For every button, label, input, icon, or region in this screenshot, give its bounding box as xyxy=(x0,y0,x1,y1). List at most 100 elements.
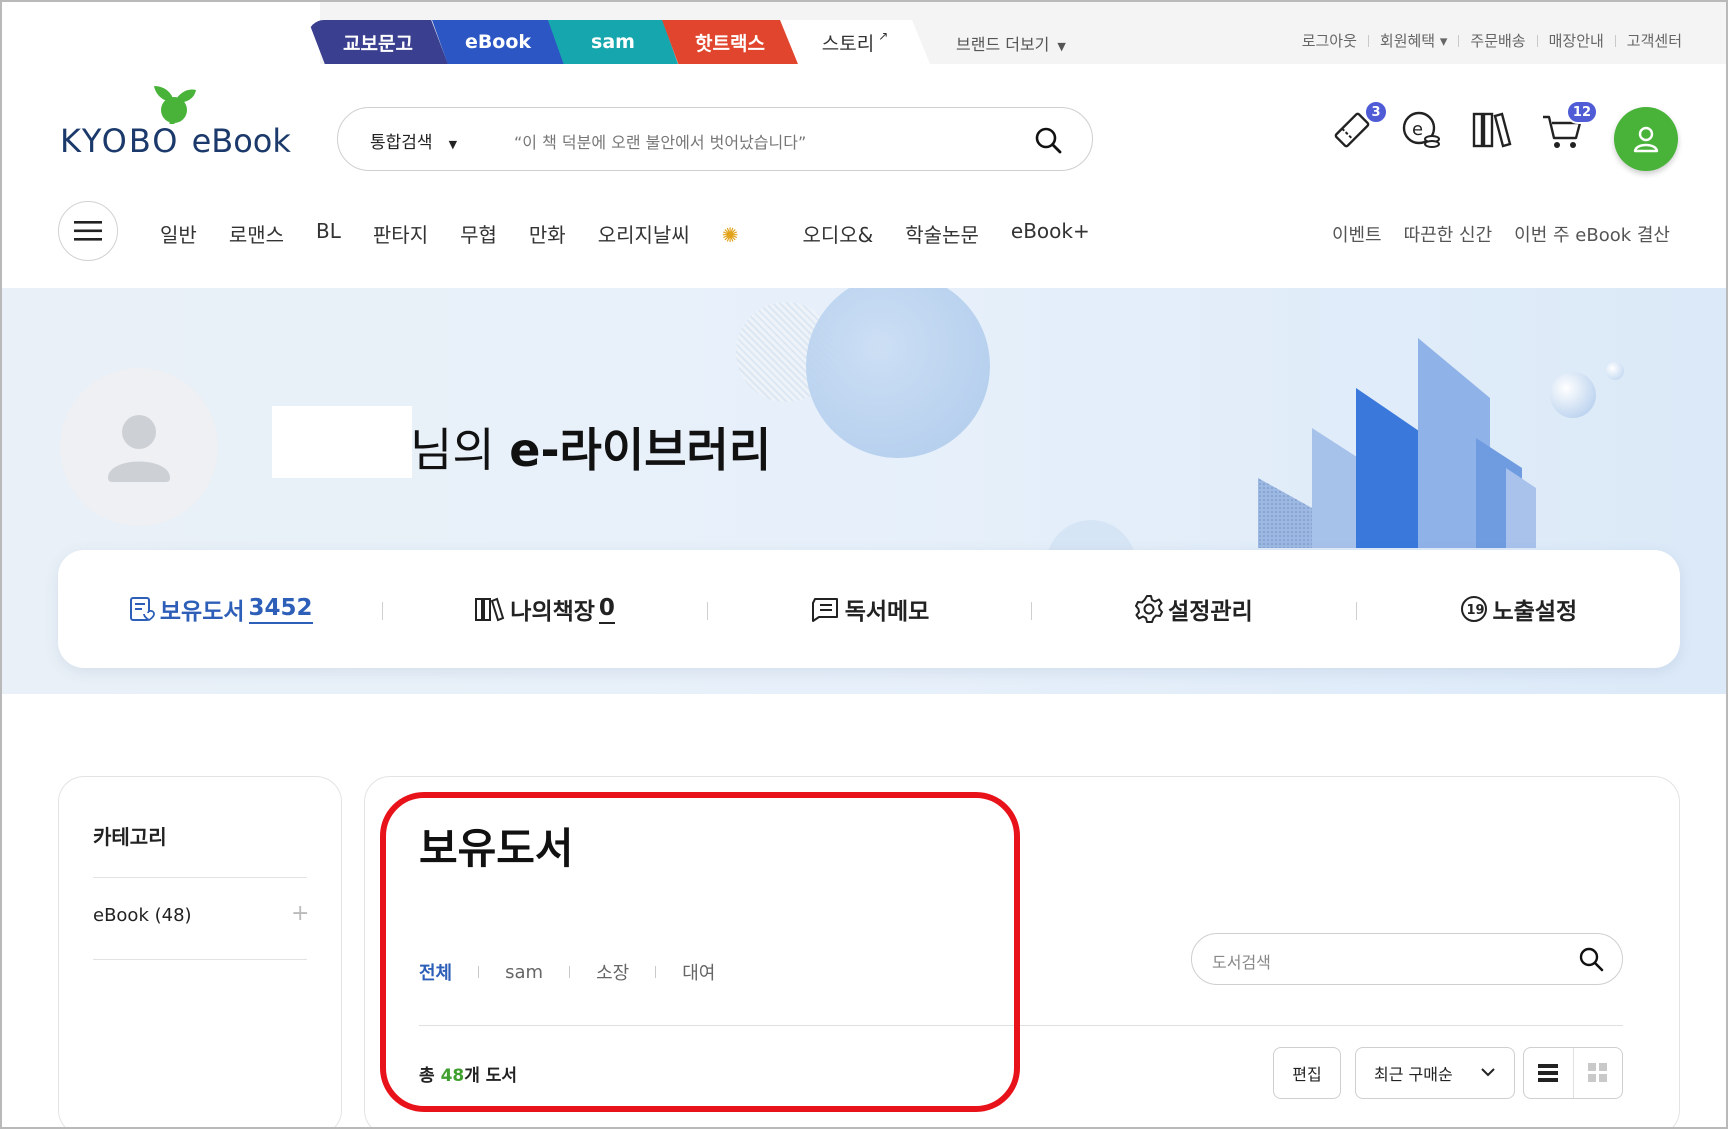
coupon-badge: 3 xyxy=(1364,100,1388,124)
expand-plus-icon[interactable]: + xyxy=(291,901,309,926)
gear-icon xyxy=(1134,594,1164,624)
profile-avatar xyxy=(60,368,218,526)
memo-icon xyxy=(809,595,841,623)
sort-select[interactable]: 최근 구매순 xyxy=(1355,1047,1515,1099)
genre-nav: 일반 로맨스 BL 판타지 무협 만화 오리지날씨 ✺ 오디오& 학술논문 eBo… xyxy=(160,219,1122,248)
logout-link[interactable]: 로그아웃 xyxy=(1302,30,1357,51)
bookshelf-icon xyxy=(1472,112,1512,148)
tab-exposure-settings-label: 노출설정 xyxy=(1492,599,1578,625)
owned-books-icon xyxy=(128,595,156,623)
ecash-icon: e xyxy=(1402,111,1440,148)
library-title: 님의 e-라이브러리 xyxy=(410,414,771,480)
divider xyxy=(93,959,307,960)
view-toggle xyxy=(1523,1047,1623,1099)
grid-view-button[interactable] xyxy=(1572,1048,1623,1098)
nav-bl[interactable]: BL xyxy=(316,219,341,248)
tab-reading-notes-label: 독서메모 xyxy=(844,599,930,625)
nav-original[interactable]: 오리지날씨 ✺ xyxy=(598,219,771,248)
search-icon[interactable] xyxy=(1578,946,1604,972)
hamburger-menu-button[interactable] xyxy=(58,201,118,261)
bookshelf-icon xyxy=(474,595,506,623)
grid-view-icon xyxy=(1587,1063,1607,1082)
caret-down-icon: ▼ xyxy=(448,138,458,151)
edit-button[interactable]: 편집 xyxy=(1273,1047,1341,1099)
search-icon[interactable] xyxy=(1034,126,1062,154)
category-item-ebook[interactable]: eBook (48) xyxy=(93,905,192,926)
search-scope-select[interactable]: 통합검색 ▼ xyxy=(370,128,457,153)
nav-weekly-summary[interactable]: 이번 주 eBook 결산 xyxy=(1514,221,1670,247)
list-view-icon xyxy=(1538,1064,1559,1082)
list-view-button[interactable] xyxy=(1524,1048,1573,1098)
brand-tab-kyobo[interactable]: 교보문고 xyxy=(308,20,448,64)
nav-events[interactable]: 이벤트 xyxy=(1332,221,1382,247)
owned-books-count: 3452 xyxy=(248,595,313,624)
book-search-field[interactable]: 도서검색 xyxy=(1191,933,1623,985)
owned-books-panel: 보유도서 전체 sam 소장 대여 도서검색 총 48개 도서 편집 최근 구매… xyxy=(364,776,1680,1129)
coupon-button[interactable]: 3 xyxy=(1330,100,1388,152)
total-number: 48 xyxy=(440,1066,465,1086)
filter-all[interactable]: 전체 xyxy=(419,959,452,985)
utility-links: 로그아웃 회원혜택 ▾ 주문배송 매장안내 고객센터 xyxy=(1302,30,1682,51)
nav-academic[interactable]: 학술논문 xyxy=(905,219,979,248)
total-prefix: 총 xyxy=(419,1066,441,1086)
my-account-button[interactable] xyxy=(1614,107,1678,171)
library-title-suffix: 님의 xyxy=(410,423,510,477)
filter-rental[interactable]: 대여 xyxy=(682,959,715,985)
user-icon xyxy=(1633,126,1659,153)
nav-new-releases[interactable]: 따끈한 신간 xyxy=(1404,221,1493,247)
chevron-down-icon xyxy=(1481,1068,1495,1077)
page-title: 보유도서 xyxy=(419,824,574,873)
tab-settings-label: 설정관리 xyxy=(1168,599,1253,625)
sprout-logo-icon xyxy=(154,86,196,124)
tab-settings[interactable]: 설정관리 xyxy=(1031,592,1355,626)
nav-original-label: 오리지날씨 xyxy=(597,223,690,247)
nav-audio[interactable]: 오디오& xyxy=(802,219,873,248)
svg-text:e: e xyxy=(1412,119,1423,140)
svg-text:19: 19 xyxy=(1466,603,1484,618)
tab-exposure-settings[interactable]: 19 노출설정 xyxy=(1355,592,1680,626)
user-silhouette-icon xyxy=(108,415,170,482)
order-delivery-link[interactable]: 주문배송 xyxy=(1470,30,1525,51)
brand-tab-hottracks[interactable]: 핫트랙스 xyxy=(662,20,798,64)
filter-owned[interactable]: 소장 xyxy=(596,959,629,985)
nav-fantasy[interactable]: 판타지 xyxy=(373,219,428,248)
tab-my-bookshelf[interactable]: 나의책장 0 xyxy=(382,592,706,626)
brand-tab-story[interactable]: 스토리 ↗ xyxy=(780,20,930,64)
decor-bubble xyxy=(1606,362,1624,380)
sun-icon: ✺ xyxy=(721,223,739,247)
brand-tab-ebook[interactable]: eBook xyxy=(432,20,564,64)
ecash-button[interactable]: e xyxy=(1400,108,1444,152)
total-books-count: 총 48개 도서 xyxy=(419,1061,517,1086)
divider xyxy=(93,877,307,878)
tab-reading-notes[interactable]: 독서메모 xyxy=(706,592,1031,626)
store-info-link[interactable]: 매장안내 xyxy=(1549,30,1604,51)
bookshelf-count: 0 xyxy=(598,595,615,624)
nav-comics[interactable]: 만화 xyxy=(529,219,566,248)
caret-down-icon: ▼ xyxy=(1057,40,1066,53)
tab-owned-books[interactable]: 보유도서 3452 xyxy=(58,592,382,626)
library-tabs: 보유도서 3452 나의책장 0 독서메모 설정관리 19 노출설정 xyxy=(58,550,1680,668)
age-19-icon: 19 xyxy=(1459,594,1489,624)
total-suffix: 개 도서 xyxy=(464,1066,518,1086)
brand-bar: 교보문고 eBook sam 핫트랙스 스토리 ↗ 브랜드 더보기 ▼ 로그아웃 회… xyxy=(0,0,1728,64)
nav-ebook-plus[interactable]: eBook+ xyxy=(1011,219,1090,248)
library-title-bold: e-라이브러리 xyxy=(509,423,772,477)
hero-bars-illustration xyxy=(1258,338,1536,548)
cart-button[interactable]: 12 xyxy=(1540,100,1598,152)
divider xyxy=(419,1025,1623,1026)
brand-tab-sam[interactable]: sam xyxy=(548,20,678,64)
member-benefits-link[interactable]: 회원혜택 ▾ xyxy=(1380,30,1448,51)
filter-sam[interactable]: sam xyxy=(505,962,543,983)
nav-general[interactable]: 일반 xyxy=(160,219,197,248)
nav-romance[interactable]: 로맨스 xyxy=(229,219,284,248)
cart-badge: 12 xyxy=(1565,100,1598,124)
nav-martial-arts[interactable]: 무협 xyxy=(460,219,497,248)
customer-center-link[interactable]: 고객센터 xyxy=(1627,30,1682,51)
sort-label: 최근 구매순 xyxy=(1374,1065,1453,1084)
tab-owned-books-label: 보유도서 xyxy=(159,599,245,625)
search-input[interactable]: “이 책 덕분에 오랜 불안에서 벗어났습니다” xyxy=(514,129,806,153)
library-button[interactable] xyxy=(1470,108,1514,152)
kyobo-ebook-logo[interactable]: KYOBO eBook xyxy=(60,84,300,164)
book-search-placeholder: 도서검색 xyxy=(1212,953,1271,972)
more-brands-dropdown[interactable]: 브랜드 더보기 ▼ xyxy=(956,31,1066,55)
